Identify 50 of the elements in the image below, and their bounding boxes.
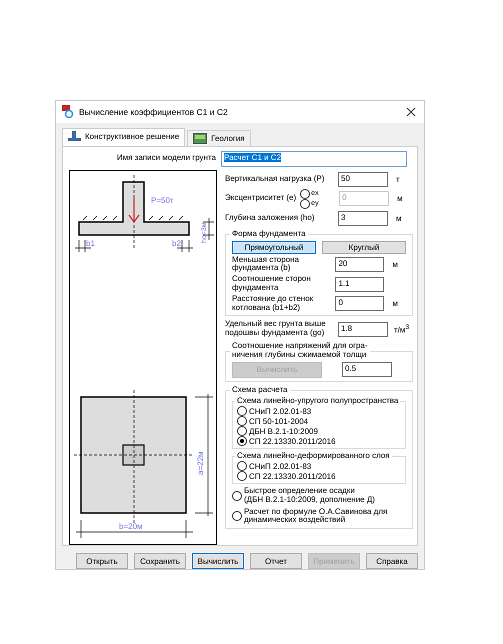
group-title: Схема расчета bbox=[230, 386, 290, 394]
dimension-label: b2 bbox=[172, 238, 181, 248]
shape-button[interactable]: Прямоугольный bbox=[232, 240, 316, 254]
radio-label: СП 22.13330.2011/2016 bbox=[249, 436, 336, 446]
input-field[interactable]: Расчет С1 и С2 bbox=[221, 150, 407, 167]
shape-button[interactable]: Круглый bbox=[322, 240, 406, 254]
field-label: Имя записи модели грунта bbox=[116, 154, 216, 164]
group-title: Схема линейно-упругого полупространства bbox=[235, 397, 400, 406]
radio-label: СНиП 2.02.01-83 bbox=[249, 406, 312, 416]
input-field[interactable]: 0.5 bbox=[342, 362, 392, 378]
field-label: Удельный вес грунта выше подошвы фундамента (go) bbox=[225, 320, 327, 338]
field-label: Глубина заложения (ho) bbox=[225, 214, 316, 223]
radio-label: СНиП 2.02.01-83 bbox=[249, 462, 312, 471]
dimension-label: b=20м bbox=[119, 522, 143, 531]
unit-label: т/м$^{3}$ bbox=[393, 324, 410, 335]
field-label: Соотношение сторон фундамента bbox=[232, 275, 312, 293]
group-title: Схема линейно-деформированного слоя bbox=[235, 452, 392, 462]
radio-label: Быстрое определение осадки (ДБН В.2.1-10:2009, дополнение Д) bbox=[244, 487, 375, 505]
tab[interactable]: Конструктивное решение bbox=[62, 128, 186, 147]
unit-label: м bbox=[391, 260, 399, 269]
input-field[interactable]: 20 bbox=[335, 256, 384, 272]
window-title: Вычисление коэффициентов С1 и С2 bbox=[79, 106, 229, 117]
dialog-button[interactable]: Справка bbox=[366, 553, 418, 569]
input-field[interactable]: 0 bbox=[335, 296, 384, 312]
dialog-button[interactable]: Отчет bbox=[250, 553, 302, 569]
radio-label: Расчет по формуле О.А.Савинова для динамических воздействий bbox=[244, 508, 388, 526]
unit-label: м bbox=[396, 194, 404, 204]
load-label: P=50т bbox=[151, 196, 174, 205]
field-label: Меньшая сторона фундамента (b) bbox=[232, 256, 300, 274]
dimension-label: b1 bbox=[86, 238, 95, 248]
input-field[interactable]: 50 bbox=[338, 172, 388, 187]
radio-label: СП 50-101-2004 bbox=[249, 416, 308, 426]
dialog-button[interactable]: Вычислить bbox=[192, 553, 244, 569]
dialog-button[interactable]: Сохранить bbox=[134, 553, 186, 569]
unit-label: м bbox=[395, 214, 402, 223]
radio-label: ДБН В.2.1-10:2009 bbox=[249, 426, 318, 436]
group-title: Форма фундамента bbox=[230, 230, 308, 239]
unit-label: м bbox=[391, 299, 399, 308]
group-title: Соотношение напряжений для огра- ничения глубины сжимаемой толщи bbox=[230, 342, 370, 360]
input-field[interactable]: 1.8 bbox=[338, 322, 388, 337]
dimension-label: a=22м bbox=[196, 451, 205, 475]
input-field[interactable]: 3 bbox=[338, 210, 388, 226]
field-label: Расстояние до стенок котлована (b1+b2) bbox=[232, 294, 314, 312]
unit-label: т bbox=[395, 174, 401, 184]
input-field[interactable]: 1.1 bbox=[335, 276, 384, 292]
tab[interactable]: Геология bbox=[187, 130, 251, 146]
field-label: Вертикальная нагрузка (Р) bbox=[225, 174, 326, 184]
field-label: Эксцентриситет (е) bbox=[225, 194, 296, 204]
radio-label: СП 22.13330.2011/2016 bbox=[249, 472, 336, 481]
dialog-button[interactable]: Открыть bbox=[76, 553, 128, 569]
